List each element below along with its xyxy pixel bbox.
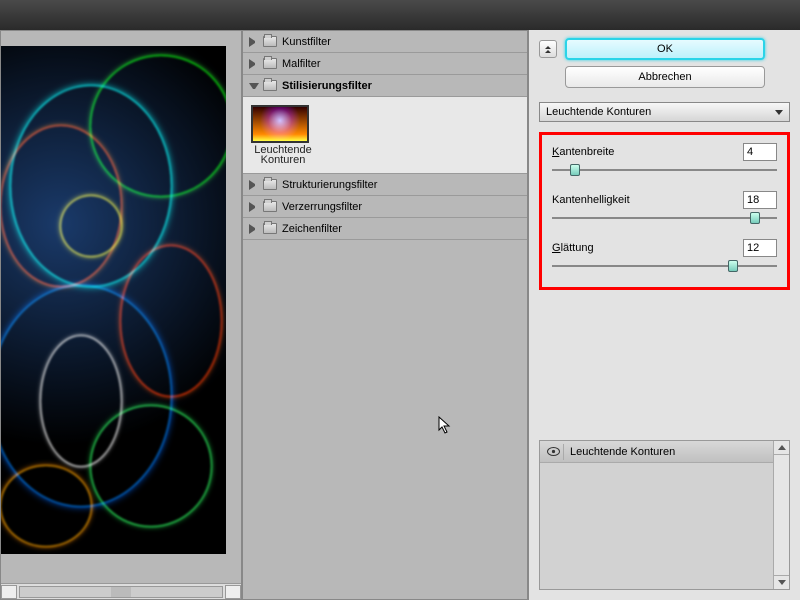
tree-item-kunstfilter[interactable]: Kunstfilter — [243, 31, 527, 53]
settings-panel: OK Abbrechen Leuchtende Konturen Kantenb… — [528, 30, 800, 600]
disclosure-triangle-icon[interactable] — [249, 202, 259, 212]
slider-track — [552, 169, 777, 171]
tree-label: Verzerrungsfilter — [282, 201, 362, 213]
slider-handle[interactable] — [750, 212, 760, 224]
tree-label: Zeichenfilter — [282, 223, 342, 235]
thumbnail-image — [251, 105, 309, 143]
param-label: Glättung — [552, 242, 594, 254]
disclosure-triangle-icon[interactable] — [249, 59, 259, 69]
param-value-input[interactable] — [743, 191, 777, 209]
preview-viewport[interactable] — [1, 31, 241, 583]
tree-item-malfilter[interactable]: Malfilter — [243, 53, 527, 75]
scroll-thumb[interactable] — [19, 586, 223, 598]
effect-layer-label: Leuchtende Konturen — [570, 446, 675, 458]
param-kantenhelligkeit: Kantenhelligkeit — [552, 191, 777, 225]
param-label: Kantenhelligkeit — [552, 194, 630, 206]
param-slider[interactable] — [552, 165, 777, 177]
preview-image — [1, 46, 226, 554]
chevron-up-icon — [778, 445, 786, 450]
chevron-up-icon — [545, 46, 551, 49]
tree-empty-area — [243, 240, 527, 599]
disclosure-triangle-icon[interactable] — [249, 37, 259, 47]
filter-tree: Kunstfilter Malfilter Stilisierungsfilte… — [243, 31, 527, 240]
tree-label: Strukturierungsfilter — [282, 179, 377, 191]
param-glaettung: Glättung — [552, 239, 777, 273]
tree-label: Malfilter — [282, 58, 321, 70]
filter-select-dropdown[interactable]: Leuchtende Konturen — [539, 102, 790, 122]
filter-gallery-dialog: Kunstfilter Malfilter Stilisierungsfilte… — [0, 30, 800, 600]
effect-layer-row[interactable]: Leuchtende Konturen — [540, 441, 789, 463]
chevron-down-icon — [775, 110, 783, 115]
effect-layers-empty — [540, 463, 789, 589]
ok-button[interactable]: OK — [565, 38, 765, 60]
param-value-input[interactable] — [743, 143, 777, 161]
thumbnail-caption: LeuchtendeKonturen — [251, 145, 315, 165]
filter-thumb-leuchtende-konturen[interactable]: LeuchtendeKonturen — [251, 105, 315, 165]
window-titlebar — [0, 0, 800, 30]
eye-icon — [547, 447, 560, 456]
scroll-left-button[interactable] — [1, 585, 17, 599]
tree-item-verzerrungsfilter[interactable]: Verzerrungsfilter — [243, 196, 527, 218]
collapse-tree-button[interactable] — [539, 40, 557, 58]
visibility-toggle[interactable] — [544, 444, 564, 460]
slider-track — [552, 217, 777, 219]
cancel-button[interactable]: Abbrechen — [565, 66, 765, 88]
filter-thumbnails: LeuchtendeKonturen — [243, 97, 527, 174]
tree-item-stilisierungsfilter[interactable]: Stilisierungsfilter — [243, 75, 527, 97]
scroll-right-button[interactable] — [225, 585, 241, 599]
folder-icon — [263, 58, 277, 69]
slider-handle[interactable] — [728, 260, 738, 272]
folder-icon — [263, 223, 277, 234]
folder-icon — [263, 179, 277, 190]
layers-v-scrollbar[interactable] — [773, 441, 789, 589]
folder-icon — [263, 201, 277, 212]
param-value-input[interactable] — [743, 239, 777, 257]
disclosure-triangle-icon[interactable] — [249, 224, 259, 234]
param-label: Kantenbreite — [552, 146, 614, 158]
parameter-group-highlight: Kantenbreite Kantenhelligkeit — [539, 132, 790, 290]
chevron-down-icon — [778, 580, 786, 585]
tree-item-strukturierungsfilter[interactable]: Strukturierungsfilter — [243, 174, 527, 196]
param-slider[interactable] — [552, 213, 777, 225]
slider-track — [552, 265, 777, 267]
slider-handle[interactable] — [570, 164, 580, 176]
scroll-up-button[interactable] — [774, 441, 789, 455]
tree-label: Kunstfilter — [282, 36, 331, 48]
scroll-down-button[interactable] — [774, 575, 789, 589]
disclosure-triangle-icon[interactable] — [249, 180, 259, 190]
folder-icon — [263, 36, 277, 47]
disclosure-triangle-icon[interactable] — [249, 83, 259, 93]
filter-tree-panel: Kunstfilter Malfilter Stilisierungsfilte… — [242, 30, 528, 600]
tree-item-zeichenfilter[interactable]: Zeichenfilter — [243, 218, 527, 240]
preview-panel — [0, 30, 242, 600]
dropdown-value: Leuchtende Konturen — [546, 106, 651, 118]
folder-icon — [263, 80, 277, 91]
chevron-up-icon — [545, 50, 551, 53]
param-slider[interactable] — [552, 261, 777, 273]
tree-label: Stilisierungsfilter — [282, 80, 372, 92]
preview-h-scrollbar[interactable] — [1, 583, 241, 599]
param-kantenbreite: Kantenbreite — [552, 143, 777, 177]
effect-layers-panel: Leuchtende Konturen — [539, 440, 790, 590]
